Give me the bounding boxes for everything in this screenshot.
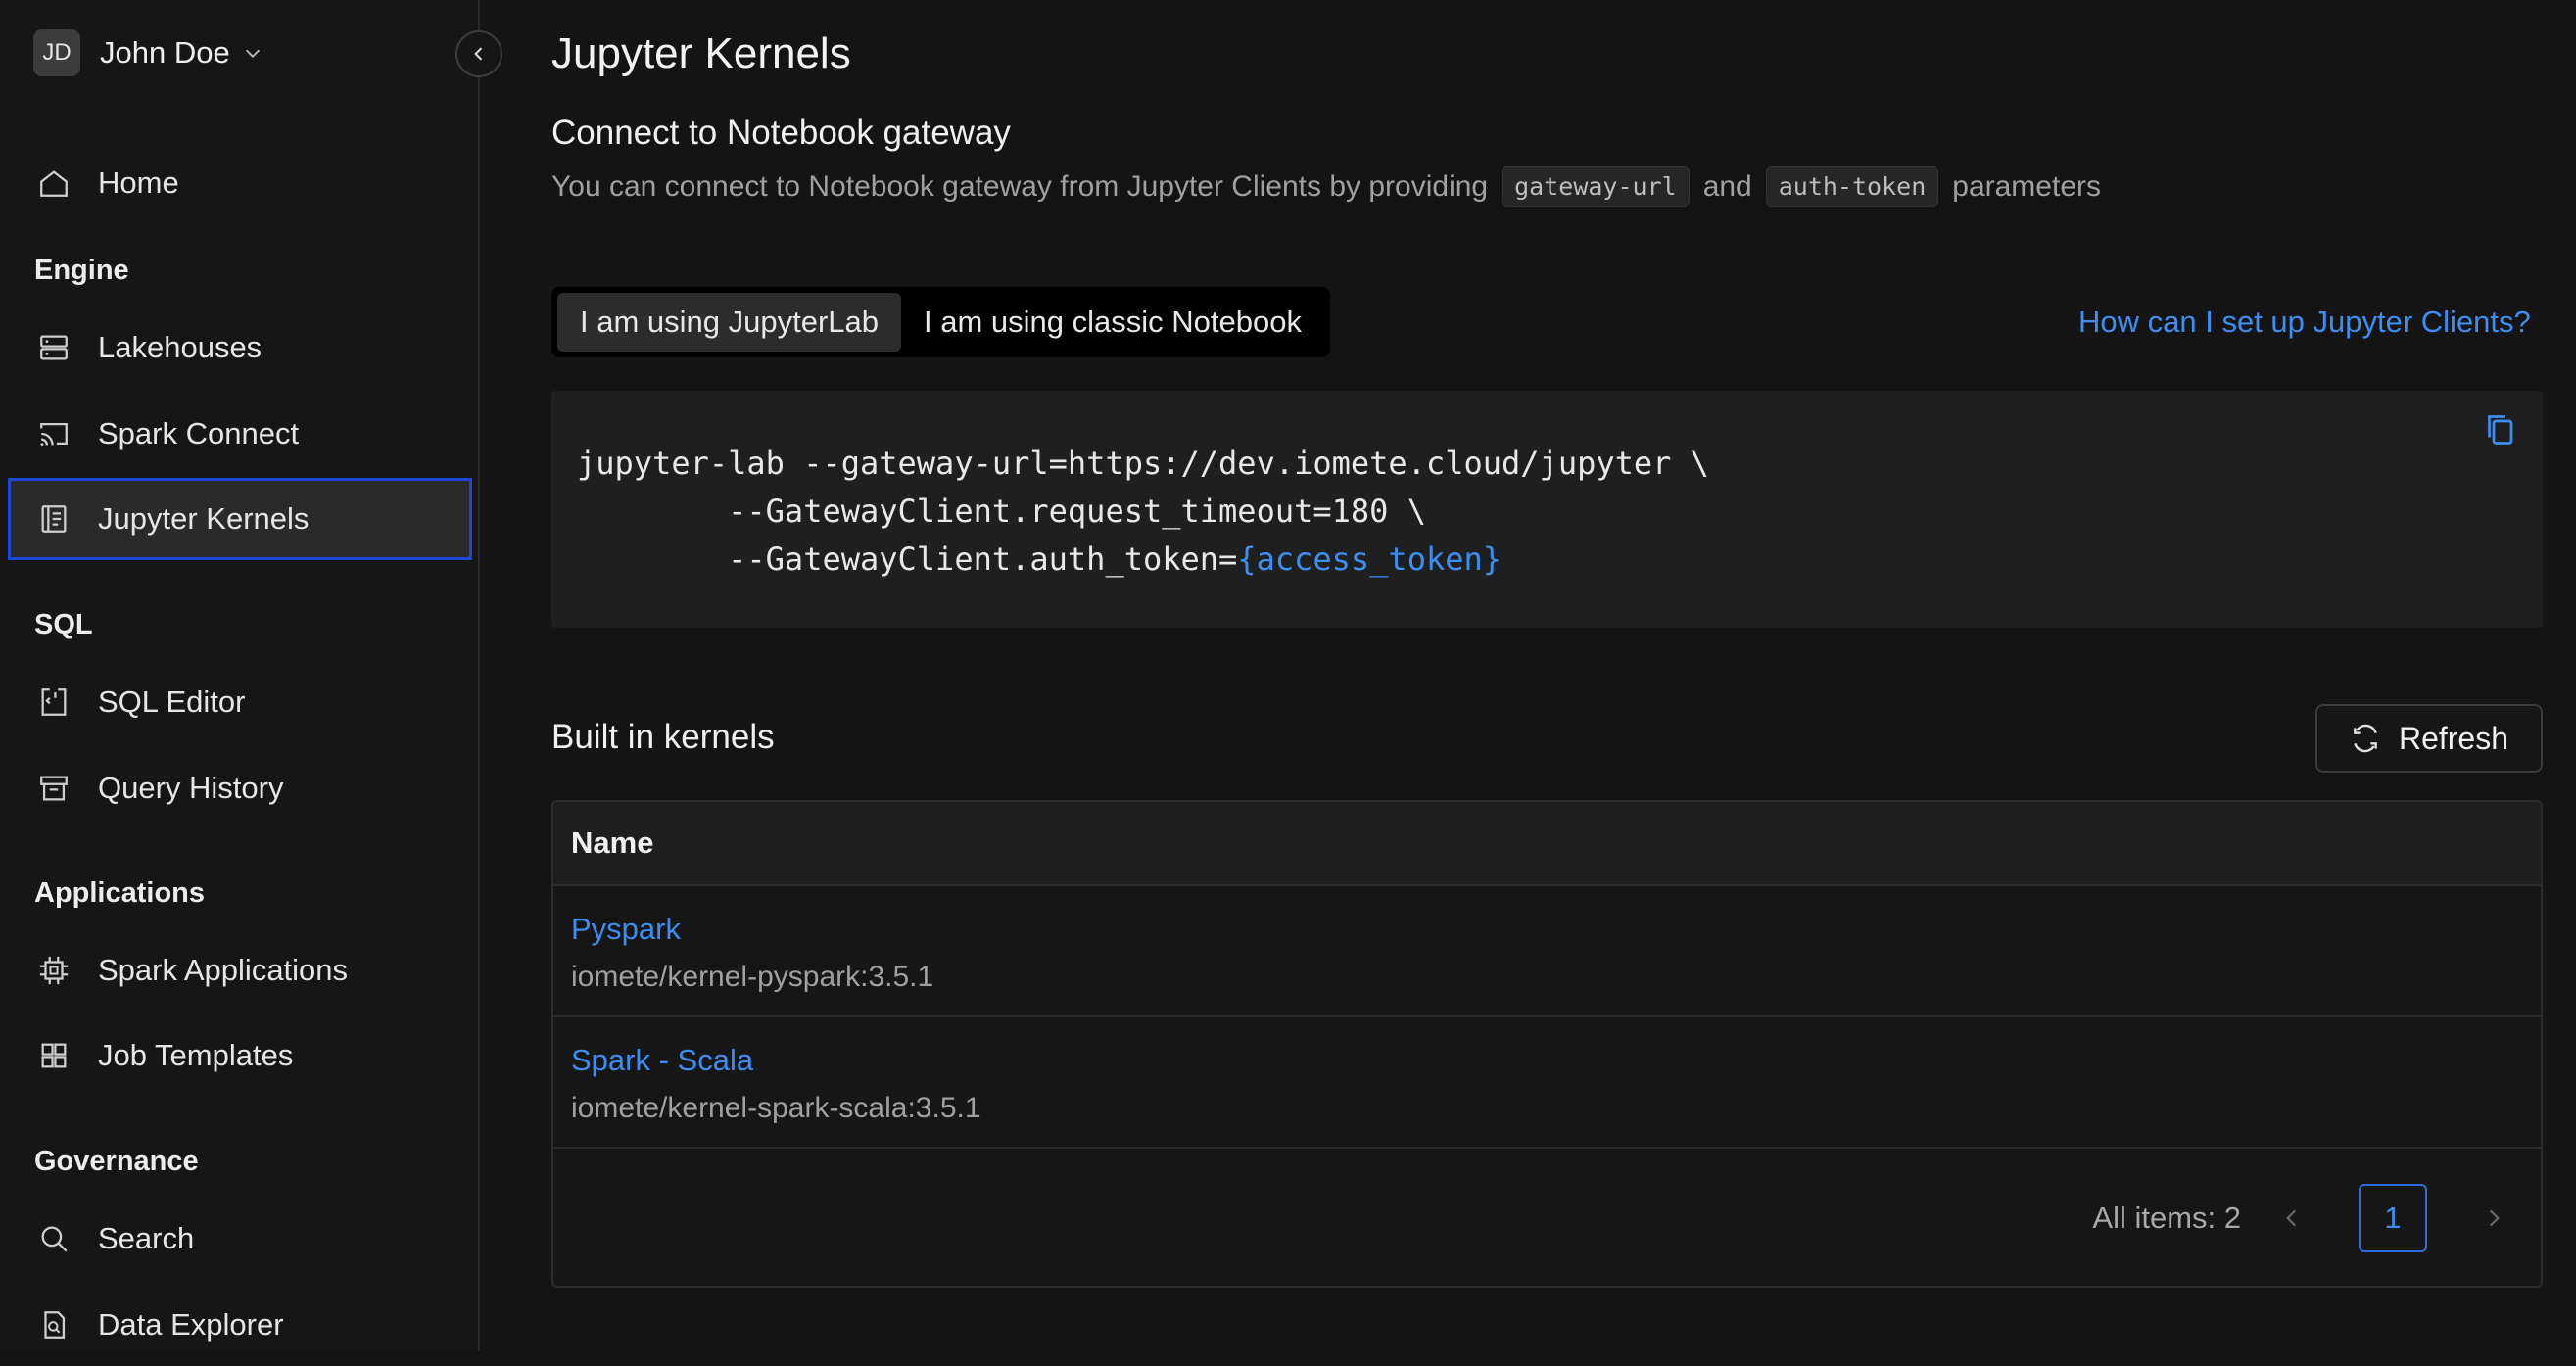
command-code-block: jupyter-lab --gateway-url=https://dev.io…	[551, 391, 2543, 628]
tab-classic-notebook[interactable]: I am using classic Notebook	[901, 293, 1324, 352]
code-line-2: --GatewayClient.request_timeout=180 \	[577, 493, 1426, 530]
code-line-1: jupyter-lab --gateway-url=https://dev.io…	[577, 445, 1709, 482]
chevron-left-icon	[2286, 1209, 2297, 1227]
tab-jupyterlab[interactable]: I am using JupyterLab	[557, 293, 902, 352]
access-token-placeholder: {access_token}	[1237, 541, 1503, 578]
client-tabs: I am using JupyterLab I am using classic…	[551, 287, 1330, 357]
pagination: All items: 2 1	[2092, 1184, 2513, 1252]
kernel-name-link[interactable]: Spark - Scala	[571, 1043, 753, 1078]
chevron-right-icon	[2489, 1209, 2500, 1227]
builtin-kernels-title: Built in kernels	[551, 718, 775, 756]
kernel-image: iomete/kernel-spark-scala:3.5.1	[571, 1092, 981, 1124]
main-content: Jupyter Kernels Connect to Notebook gate…	[0, 0, 2576, 1351]
table-row: Spark - Scala iomete/kernel-spark-scala:…	[553, 1017, 2541, 1149]
chevron-left-icon	[474, 47, 483, 61]
page-title: Jupyter Kernels	[551, 29, 851, 77]
auth-token-chip: auth-token	[1765, 166, 1939, 207]
description-suffix: parameters	[1952, 169, 2101, 203]
page-1-button[interactable]: 1	[2359, 1184, 2427, 1252]
code-line-3: --GatewayClient.auth_token=	[577, 541, 1238, 578]
connect-gateway-title: Connect to Notebook gateway	[551, 114, 1011, 152]
prev-page-button[interactable]	[2272, 1199, 2312, 1238]
collapse-sidebar-button[interactable]	[455, 30, 502, 77]
copy-icon[interactable]	[2482, 412, 2517, 447]
description-and: and	[1702, 169, 1752, 203]
kernel-name-link[interactable]: Pyspark	[571, 912, 681, 947]
kernels-table: Name Pyspark iomete/kernel-pyspark:3.5.1…	[551, 800, 2543, 1288]
refresh-icon	[2354, 724, 2377, 753]
connect-description: You can connect to Notebook gateway from…	[551, 166, 2101, 207]
next-page-button[interactable]	[2474, 1199, 2513, 1238]
table-row: Pyspark iomete/kernel-pyspark:3.5.1	[553, 886, 2541, 1017]
items-count: All items: 2	[2092, 1201, 2241, 1235]
refresh-label: Refresh	[2398, 720, 2509, 756]
table-header: Name	[553, 802, 2541, 886]
column-header-name: Name	[571, 825, 654, 860]
app-root: JD John Doe Home Engine Lakehouses Spark…	[0, 0, 2576, 1351]
setup-help-link[interactable]: How can I set up Jupyter Clients?	[2078, 305, 2531, 340]
kernel-image: iomete/kernel-pyspark:3.5.1	[571, 961, 934, 993]
code-text: jupyter-lab --gateway-url=https://dev.io…	[577, 440, 1709, 584]
description-text: You can connect to Notebook gateway from…	[551, 169, 1489, 203]
refresh-button[interactable]: Refresh	[2315, 704, 2543, 773]
gateway-url-chip: gateway-url	[1502, 166, 1690, 207]
